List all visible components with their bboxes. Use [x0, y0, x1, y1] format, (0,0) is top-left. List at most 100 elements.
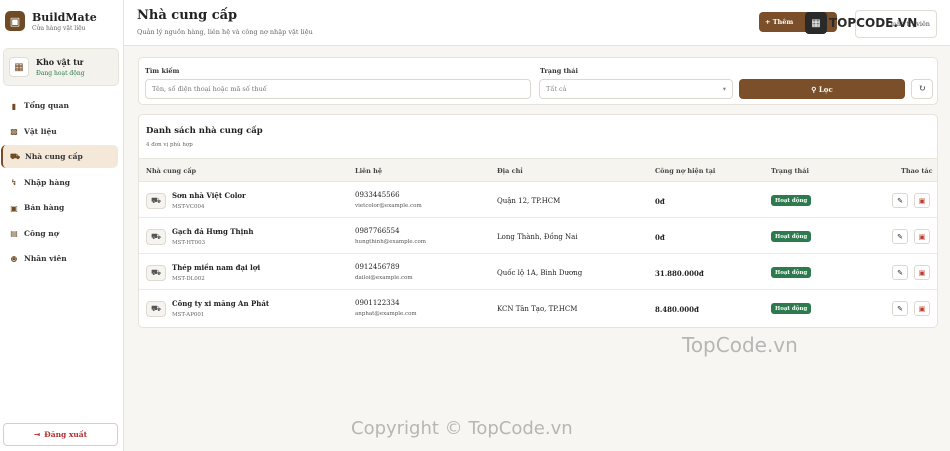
- pencil-icon: ✎: [897, 196, 903, 205]
- user-menu-button[interactable]: Quản trị viên: [855, 10, 937, 38]
- brand-name: BuildMate: [32, 10, 97, 24]
- status-select[interactable]: Tất cả ▾: [539, 79, 733, 99]
- truck-icon: ⛟: [10, 151, 21, 161]
- sidebar-item-label: Bán hàng: [24, 203, 65, 212]
- column-header: Công nợ hiện tại: [655, 167, 716, 175]
- logout-icon: ⇥: [33, 430, 41, 439]
- edit-button[interactable]: ✎: [892, 193, 908, 208]
- sidebar-item-label: Nhân viên: [24, 254, 67, 263]
- sidebar-item-label: Vật liệu: [24, 126, 57, 136]
- delete-button[interactable]: ▣: [914, 229, 930, 244]
- brand-subtitle: Cửa hàng vật liệu: [32, 24, 86, 32]
- truck-icon: ⛟: [146, 265, 166, 281]
- supplier-address: Long Thành, Đồng Nai: [497, 233, 578, 241]
- truck-icon: ⛟: [146, 193, 166, 209]
- store-name: Kho vật tư: [36, 57, 83, 67]
- table-header: Nhà cung cấp Liên hệ Địa chỉ Công nợ hiệ…: [139, 158, 937, 182]
- status-badge: Hoạt động: [771, 303, 812, 314]
- table-row: ⛟ Gạch đá Hưng Thịnh MST-HT003 098776655…: [139, 218, 937, 254]
- refresh-icon: ↻: [918, 84, 926, 94]
- column-header: Địa chỉ: [497, 167, 523, 175]
- pencil-icon: ✎: [897, 268, 903, 277]
- boxes-icon: ▩: [10, 126, 18, 136]
- supplier-phone: 0987766554: [355, 227, 400, 235]
- supplier-email: vietcolor@example.com: [355, 203, 422, 209]
- refresh-button[interactable]: ↻: [911, 79, 933, 99]
- sidebar-item-suppliers[interactable]: ⛟ Nhà cung cấp: [1, 145, 118, 168]
- store-card[interactable]: ▦ Kho vật tư Đang hoạt động: [3, 48, 119, 86]
- delete-button[interactable]: ▣: [914, 265, 930, 280]
- trash-icon: ▣: [918, 232, 926, 241]
- sidebar-item-label: Nhà cung cấp: [25, 152, 83, 161]
- search-icon: ⚲: [811, 84, 819, 94]
- filter-button-label: Lọc: [818, 84, 833, 94]
- sidebar-nav: ▮ Tổng quan ▩ Vật liệu ⛟ Nhà cung cấp ↯ …: [0, 94, 123, 270]
- chart-icon: ▮: [11, 100, 17, 111]
- supplier-code: MST-HT003: [172, 240, 206, 246]
- document-icon: ▤: [10, 228, 18, 238]
- supplier-code: MST-VC004: [172, 204, 205, 210]
- supplier-name: Gạch đá Hưng Thịnh: [172, 227, 254, 236]
- table-row: ⛟ Công ty xi măng An Phát MST-AP001 0901…: [139, 290, 937, 326]
- delete-button[interactable]: ▣: [914, 301, 930, 316]
- trash-icon: ▣: [918, 304, 926, 313]
- supplier-address: Quận 12, TP.HCM: [497, 197, 561, 205]
- sidebar-item-imports[interactable]: ↯ Nhập hàng: [0, 171, 118, 194]
- supplier-address: Quốc lộ 1A, Bình Dương: [497, 269, 583, 277]
- user-menu-label: Quản trị viên: [886, 20, 930, 28]
- trash-icon: ▣: [918, 196, 926, 205]
- status-badge: Hoạt động: [771, 267, 812, 278]
- supplier-address: KCN Tân Tạo, TP.HCM: [497, 305, 578, 313]
- status-label: Trạng thái: [540, 67, 578, 75]
- supplier-name: Công ty xi măng An Phát: [172, 299, 270, 308]
- sidebar-item-sales[interactable]: ▣ Bán hàng: [0, 196, 118, 219]
- plus-icon: +: [765, 18, 773, 26]
- table-row: ⛟ Sơn nhà Việt Color MST-VC004 093344556…: [139, 182, 937, 218]
- table-row: ⛟ Thép miền nam đại lợi MST-DL002 091245…: [139, 254, 937, 290]
- sidebar-item-overview[interactable]: ▮ Tổng quan: [0, 94, 118, 117]
- add-button-label: Thêm: [772, 18, 794, 26]
- chevron-down-icon: ▾: [722, 85, 726, 93]
- watermark-center: TopCode.vn: [682, 333, 798, 357]
- sidebar-item-label: Tổng quan: [24, 101, 69, 110]
- column-header: Nhà cung cấp: [146, 167, 197, 175]
- status-select-value: Tất cả: [546, 85, 567, 93]
- supplier-phone: 0901122334: [355, 299, 400, 307]
- sidebar-item-staff[interactable]: ☻ Nhân viên: [0, 247, 118, 270]
- supplier-debt: 0đ: [655, 233, 665, 242]
- filter-panel: Tìm kiếm Trạng thái Tất cả ▾ ⚲ Lọc ↻: [138, 57, 938, 105]
- trash-icon: ▣: [918, 268, 926, 277]
- sidebar-item-label: Nhập hàng: [24, 177, 71, 187]
- page-subtitle: Quản lý nguồn hàng, liên hệ và công nợ n…: [137, 28, 313, 36]
- column-header: Liên hệ: [355, 167, 383, 175]
- search-input[interactable]: [145, 79, 531, 99]
- sidebar-item-materials[interactable]: ▩ Vật liệu: [0, 120, 118, 143]
- store-logo-icon: ▣: [5, 11, 25, 31]
- supplier-email: anphat@example.com: [355, 311, 417, 317]
- edit-button[interactable]: ✎: [892, 229, 908, 244]
- store-status: Đang hoạt động: [36, 70, 85, 77]
- status-badge: Hoạt động: [771, 231, 812, 242]
- warehouse-icon: ▦: [9, 57, 29, 77]
- supplier-debt: 8.480.000đ: [655, 305, 699, 314]
- supplier-name: Thép miền nam đại lợi: [172, 263, 261, 272]
- users-icon: ☻: [10, 253, 18, 264]
- sidebar-item-debts[interactable]: ▤ Công nợ: [0, 222, 118, 245]
- column-header: Thao tác: [901, 167, 933, 175]
- add-supplier-button[interactable]: + Thêm: [759, 12, 837, 32]
- logout-button[interactable]: ⇥ Đăng xuất: [3, 423, 118, 446]
- watermark-copyright: Copyright © TopCode.vn: [351, 418, 573, 439]
- cart-icon: ▣: [10, 202, 18, 213]
- delete-button[interactable]: ▣: [914, 193, 930, 208]
- truck-icon: ⛟: [146, 301, 166, 317]
- main-content: Nhà cung cấp Quản lý nguồn hàng, liên hệ…: [124, 0, 950, 451]
- supplier-list: Danh sách nhà cung cấp 4 đơn vị phù hợp …: [138, 114, 938, 328]
- edit-button[interactable]: ✎: [892, 265, 908, 280]
- supplier-email: hungthinh@example.com: [355, 239, 426, 245]
- edit-button[interactable]: ✎: [892, 301, 908, 316]
- filter-button[interactable]: ⚲ Lọc: [739, 79, 905, 99]
- dolly-icon: ↯: [10, 177, 18, 187]
- sidebar: ▣ BuildMate Cửa hàng vật liệu ▦ Kho vật …: [0, 0, 124, 451]
- page-title: Nhà cung cấp: [137, 8, 238, 23]
- brand: ▣ BuildMate Cửa hàng vật liệu: [0, 0, 123, 42]
